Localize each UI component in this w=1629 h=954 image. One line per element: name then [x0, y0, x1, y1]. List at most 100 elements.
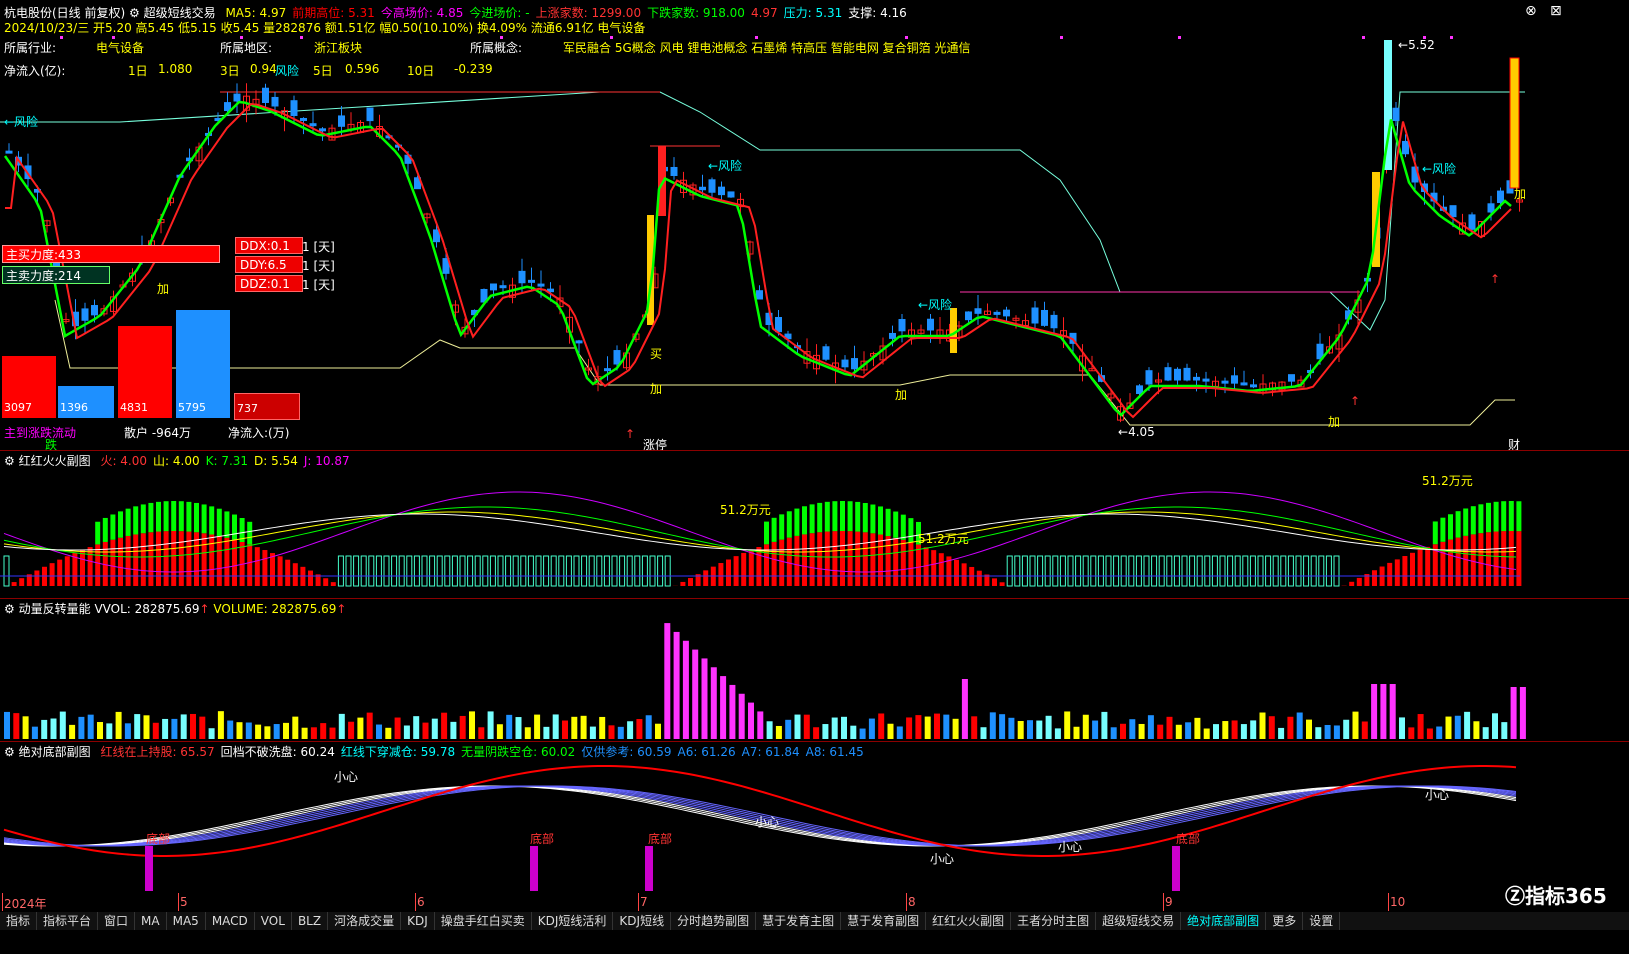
p4-bottom-bar — [145, 846, 153, 891]
p2-cyan-bar — [1037, 555, 1044, 587]
p2-red-bar — [900, 539, 906, 586]
p2-green-bar — [1432, 521, 1438, 545]
flow-retail-label: 散户 -964万 — [124, 426, 192, 440]
tab-3[interactable]: MA — [135, 912, 167, 930]
p3-volume-bar — [506, 714, 513, 739]
x-axis-tick-1 — [178, 893, 179, 911]
p4-bottom-bar — [645, 846, 653, 891]
p2-red-bar — [330, 582, 336, 586]
p2-cyan-bar — [1249, 555, 1256, 587]
ddy-label: DDY:6.5 — [240, 258, 287, 272]
candle-body — [1183, 367, 1191, 381]
tab-15[interactable]: 慧于发育副图 — [841, 912, 927, 930]
tab-2[interactable]: 窗口 — [98, 912, 136, 930]
careful-label-4: 小心 — [1058, 840, 1083, 854]
p2-cyan-bar — [535, 555, 542, 587]
p3-volume-bar — [1492, 713, 1498, 739]
p3-volume-bar — [850, 725, 857, 739]
p2-cyan-bar — [474, 555, 481, 587]
p3-volume-bar — [403, 725, 410, 739]
candle-body — [889, 332, 896, 339]
p3-volume-bar — [738, 693, 745, 739]
p3-volume-bar — [227, 720, 234, 739]
panel2-annotation-1: 51.2万元 — [720, 503, 771, 517]
add-label-2: 加 — [650, 382, 663, 396]
tab-14[interactable]: 慧于发育主图 — [756, 912, 842, 930]
p3-volume-bar — [459, 715, 466, 739]
p2-red-bar — [110, 539, 116, 586]
tab-20[interactable]: 更多 — [1266, 912, 1304, 930]
p3-volume-bar — [487, 711, 494, 739]
tab-9[interactable]: KDJ — [401, 912, 435, 930]
p3-volume-bar — [1129, 719, 1136, 739]
p2-green-bar — [209, 506, 215, 535]
p2-cyan-bar — [1303, 555, 1310, 587]
tab-5[interactable]: MACD — [206, 912, 255, 930]
p3-volume-bar — [1473, 721, 1480, 739]
p2-cyan-bar — [565, 555, 572, 587]
p3-volume-bar — [450, 721, 457, 739]
tab-10[interactable]: 操盘手红白买卖 — [435, 912, 532, 930]
tab-17[interactable]: 王者分时主图 — [1011, 912, 1097, 930]
main-sell-force-label: 主卖力度:214 — [6, 269, 81, 283]
panel4-chart[interactable] — [0, 741, 1629, 893]
p2-red-bar — [80, 549, 85, 586]
tab-6[interactable]: VOL — [255, 912, 292, 930]
main-candlestick-chart[interactable]: ↑ ↑ ↑ — [0, 0, 1629, 450]
p3-volume-bar — [208, 728, 215, 739]
candle-body — [708, 179, 716, 193]
p2-green-bar — [1448, 514, 1453, 540]
risk-label-5: 风险 — [275, 64, 300, 78]
p3-volume-bar — [748, 702, 754, 739]
ddx-days: 1 [天] — [302, 240, 335, 254]
p3-volume-bar — [301, 727, 308, 739]
p2-green-bar — [156, 501, 161, 532]
p2-green-bar — [802, 506, 807, 535]
tab-0[interactable]: 指标 — [0, 912, 38, 930]
p2-red-bar — [57, 559, 63, 586]
tab-13[interactable]: 分时趋势副图 — [671, 912, 757, 930]
tab-12[interactable]: KDJ短线 — [613, 912, 672, 930]
p2-red-bar — [1402, 556, 1408, 586]
brand-icon: Ⓩ — [1505, 884, 1525, 908]
p2-cyan-bar — [1189, 555, 1196, 587]
p2-red-bar — [1470, 534, 1476, 586]
candle-body — [1288, 374, 1295, 382]
p3-volume-bar — [264, 726, 271, 739]
p2-cyan-bar — [573, 555, 580, 587]
purple-dot — [1060, 36, 1063, 39]
p2-green-bar — [216, 508, 222, 536]
p2-cyan-bar — [1295, 555, 1302, 587]
p2-red-bar — [87, 547, 93, 586]
risk-label-2: ←风险 — [708, 159, 743, 173]
p3-volume-bar — [1426, 728, 1433, 739]
p3-volume-bar — [357, 717, 364, 739]
tab-11[interactable]: KDJ短线活利 — [532, 912, 614, 930]
p2-green-bar — [178, 501, 184, 532]
p3-volume-bar — [692, 649, 699, 739]
buy-label: 买 — [650, 347, 663, 361]
p2-red-bar — [201, 533, 207, 586]
tab-21[interactable]: 设置 — [1303, 912, 1341, 930]
candle-body — [233, 93, 241, 102]
tab-18[interactable]: 超级短线交易 — [1096, 912, 1182, 930]
p3-volume-bar — [394, 717, 401, 739]
candle-body — [366, 107, 374, 122]
tab-19[interactable]: 绝对底部副图 — [1181, 912, 1267, 930]
panel3-volume-chart[interactable] — [0, 598, 1629, 741]
tab-1[interactable]: 指标平台 — [37, 912, 99, 930]
candle-body — [1402, 140, 1409, 155]
p2-cyan-bar — [1310, 555, 1317, 587]
tab-4[interactable]: MA5 — [167, 912, 206, 930]
p2-cyan-bar — [664, 555, 671, 587]
tab-16[interactable]: 红红火火副图 — [926, 912, 1012, 930]
x-axis-label-1: 5 — [180, 895, 188, 909]
panel2-chart[interactable] — [0, 452, 1629, 598]
candle-body — [604, 368, 611, 372]
p2-cyan-bar — [3, 555, 10, 587]
tab-8[interactable]: 河洛成交量 — [328, 912, 402, 930]
tab-7[interactable]: BLZ — [292, 912, 329, 930]
high-price-label: ←5.52 — [1398, 38, 1435, 52]
p3-volume-bar — [617, 726, 624, 739]
p2-red-bar — [703, 570, 709, 586]
